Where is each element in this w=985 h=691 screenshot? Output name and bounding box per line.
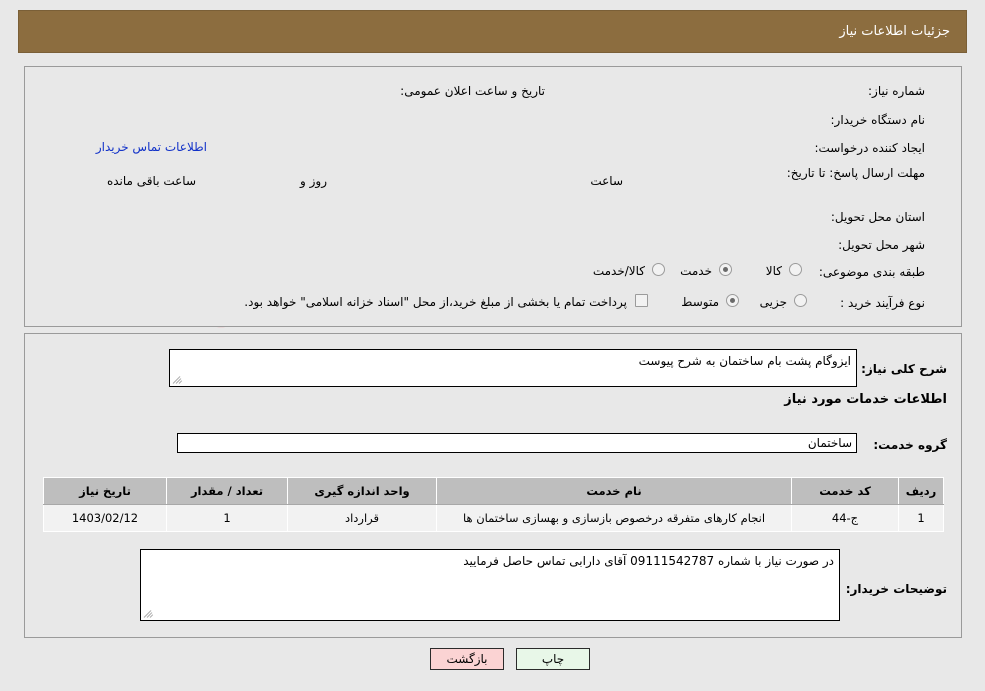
cell-row: 1: [898, 504, 944, 532]
col-header-quantity: تعداد / مقدار: [166, 477, 288, 505]
purchase-type-label: نوع فرآیند خرید :: [840, 296, 925, 310]
cell-unit: قرارداد: [287, 504, 437, 532]
general-desc-value: ایزوگام پشت بام ساختمان به شرح پیوست: [638, 354, 851, 368]
treasury-bonds-label: پرداخت تمام یا بخشی از مبلغ خرید،از محل …: [244, 295, 627, 309]
page-header-bar: جزئیات اطلاعات نیاز: [18, 10, 967, 53]
purchase-type-option-label-1: متوسط: [681, 295, 719, 309]
announce-datetime-label: تاریخ و ساعت اعلان عمومی:: [400, 84, 545, 98]
table-header-row: ردیف کد خدمت نام خدمت واحد اندازه گیری ت…: [43, 477, 944, 505]
col-header-row: ردیف: [898, 477, 944, 505]
category-option-label-0: کالا: [765, 264, 782, 278]
category-radio-khedmat[interactable]: [719, 263, 732, 276]
resize-grip-icon[interactable]: [172, 373, 184, 385]
general-desc-textarea[interactable]: ایزوگام پشت بام ساختمان به شرح پیوست: [169, 349, 857, 387]
need-number-label: شماره نیاز:: [868, 84, 925, 98]
resize-grip-icon[interactable]: [143, 607, 155, 619]
purchase-type-option-label-0: جزیی: [759, 295, 787, 309]
services-section-title: اطلاعات خدمات مورد نیاز: [784, 392, 947, 407]
category-radio-kala[interactable]: [789, 263, 802, 276]
category-option-label-1: خدمت: [680, 264, 712, 278]
page-title: جزئیات اطلاعات نیاز: [839, 24, 950, 39]
category-option-label-2: کالا/خدمت: [592, 264, 645, 278]
buyer-notes-value: در صورت نیاز با شماره 09111542787 آقای د…: [463, 554, 834, 568]
col-header-unit: واحد اندازه گیری: [287, 477, 437, 505]
category-radio-kala-khedmat[interactable]: [652, 263, 665, 276]
deadline-remaining-label: ساعت باقی مانده: [106, 174, 196, 188]
service-group-field[interactable]: ساختمان: [177, 433, 857, 453]
treasury-bonds-checkbox[interactable]: [635, 294, 648, 307]
col-header-code: کد خدمت: [791, 477, 899, 505]
services-table: ردیف کد خدمت نام خدمت واحد اندازه گیری ت…: [43, 477, 944, 532]
col-header-date: تاریخ نیاز: [43, 477, 167, 505]
col-header-name: نام خدمت: [436, 477, 792, 505]
back-button[interactable]: بازگشت: [430, 648, 504, 670]
service-group-label: گروه خدمت:: [873, 438, 947, 452]
cell-quantity: 1: [166, 504, 288, 532]
buyer-contact-link[interactable]: اطلاعات تماس خریدار: [96, 140, 207, 154]
buyer-notes-textarea[interactable]: در صورت نیاز با شماره 09111542787 آقای د…: [140, 549, 840, 621]
cell-date: 1403/02/12: [43, 504, 167, 532]
cell-code: ج-44: [791, 504, 899, 532]
deadline-label: مهلت ارسال پاسخ: تا تاریخ:: [786, 166, 925, 180]
need-summary-panel: [24, 66, 962, 327]
deadline-days-label: روز و: [300, 174, 327, 188]
province-label: استان محل تحویل:: [830, 210, 925, 224]
requester-label: ایجاد کننده درخواست:: [814, 141, 925, 155]
buyer-org-label: نام دستگاه خریدار:: [830, 113, 926, 127]
buyer-notes-label: توضیحات خریدار:: [845, 582, 947, 596]
cell-name: انجام کارهای متفرقه درخصوص بازسازی و بهس…: [436, 504, 792, 532]
city-label: شهر محل تحویل:: [838, 238, 925, 252]
purchase-type-radio-motevaset[interactable]: [726, 294, 739, 307]
print-button[interactable]: چاپ: [516, 648, 590, 670]
category-label: طبقه بندی موضوعی:: [818, 265, 925, 279]
deadline-hour-label: ساعت: [590, 174, 623, 188]
table-row[interactable]: 1 ج-44 انجام کارهای متفرقه درخصوص بازساز…: [43, 504, 944, 532]
general-desc-label: شرح کلی نیاز:: [861, 362, 947, 376]
purchase-type-radio-jozei[interactable]: [794, 294, 807, 307]
